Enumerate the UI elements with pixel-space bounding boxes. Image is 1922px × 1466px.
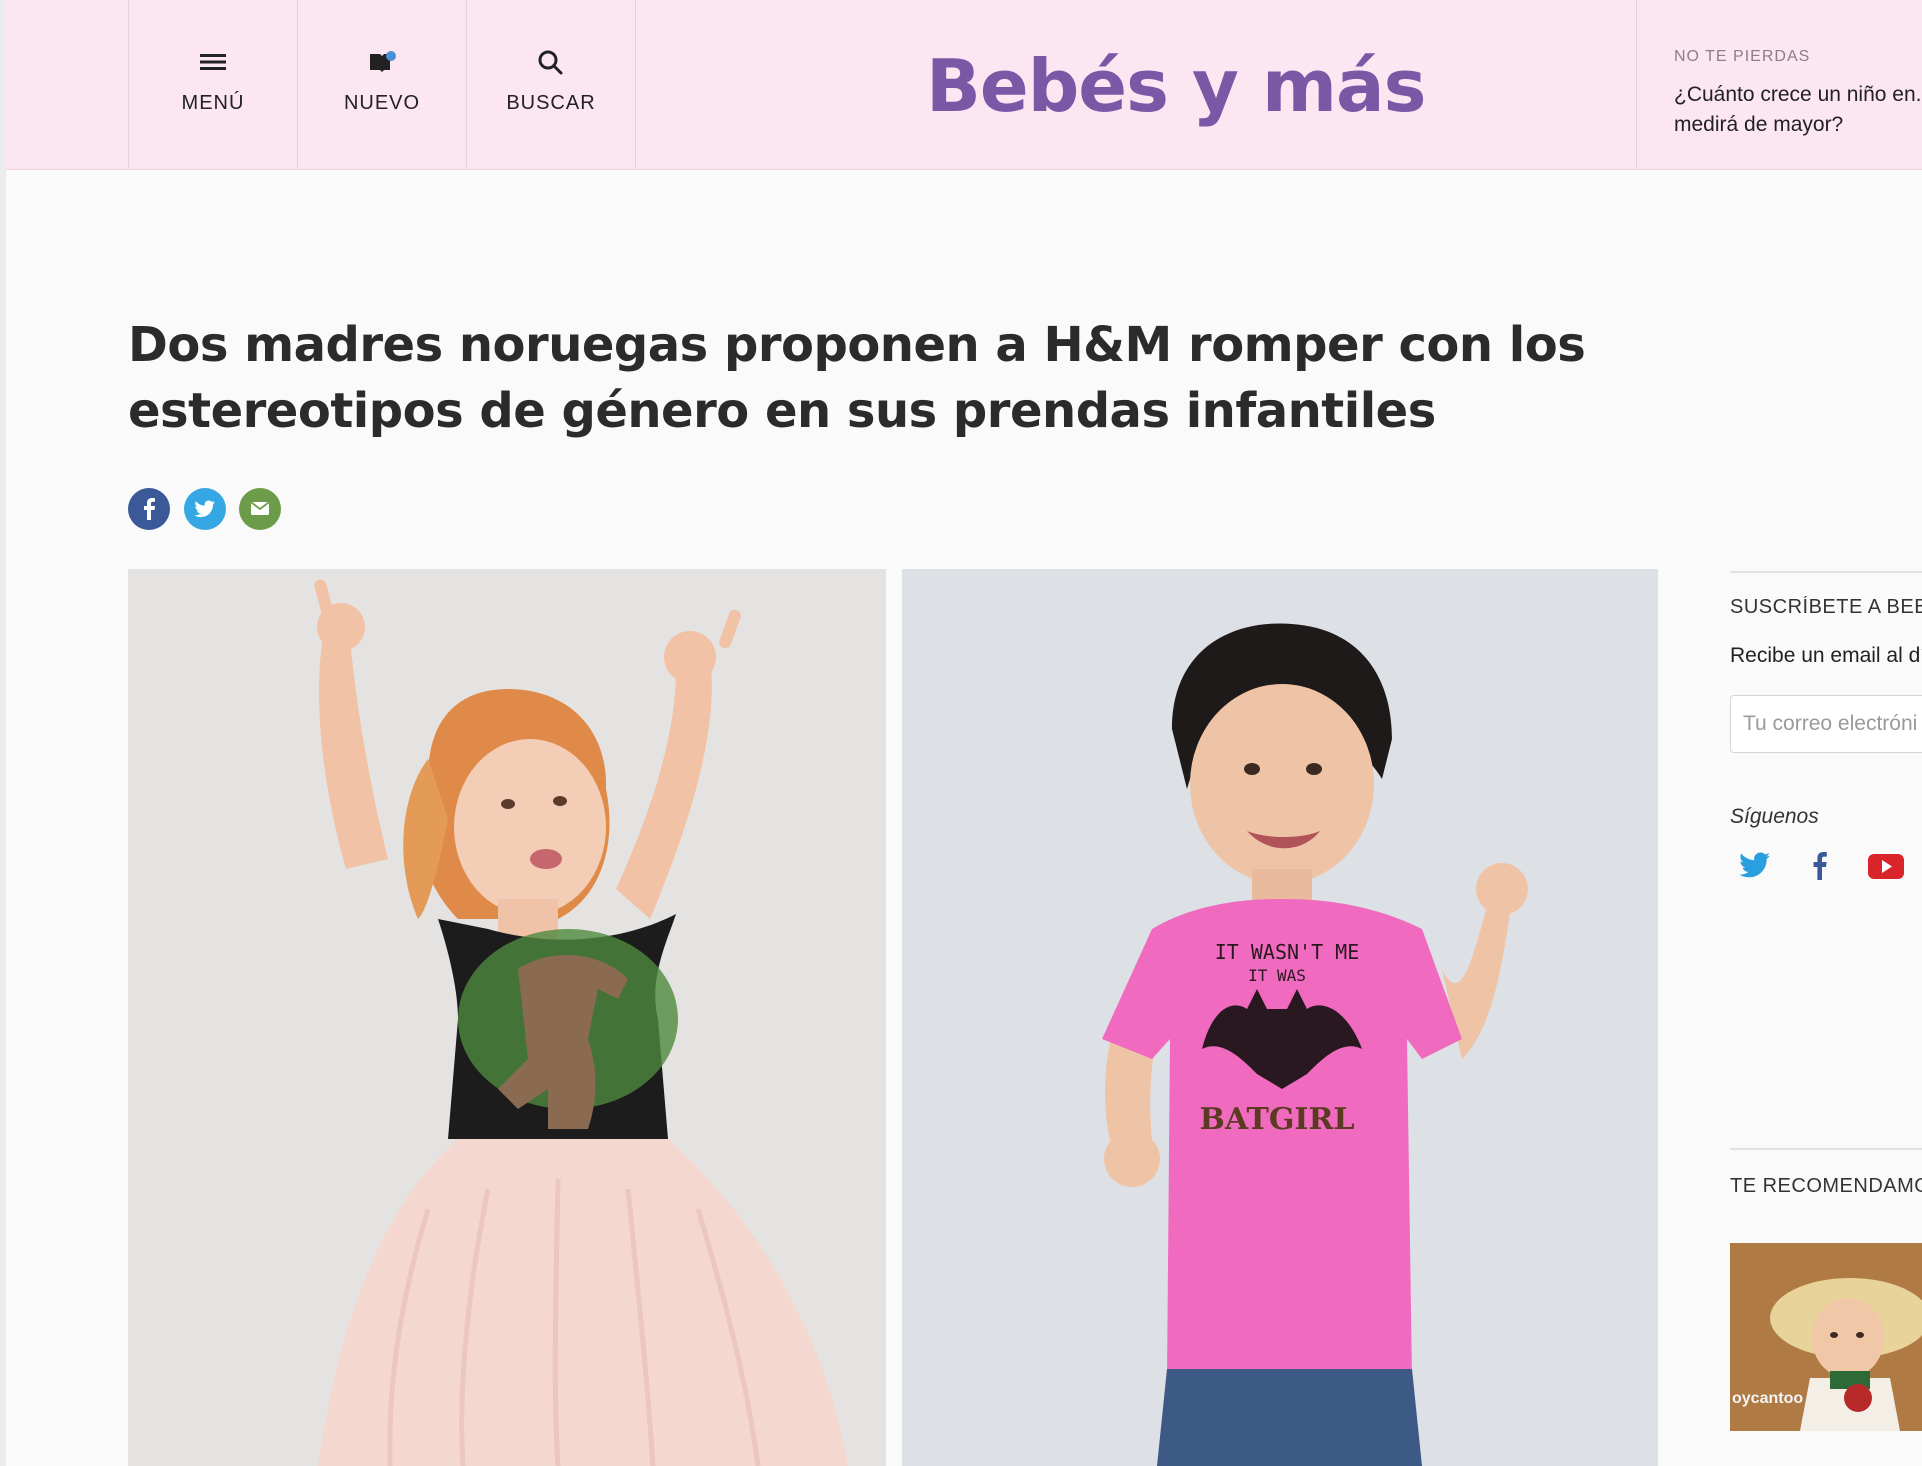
share-email-button[interactable] — [239, 488, 281, 530]
recommend-heading: TE RECOMENDAMOS — [1730, 1175, 1922, 1197]
share-facebook-button[interactable] — [128, 488, 170, 530]
facebook-icon — [144, 498, 155, 520]
promo-label: NO TE PIERDAS — [1674, 48, 1811, 65]
sidebar-rule-2 — [1730, 1148, 1922, 1150]
facebook-icon — [1813, 852, 1827, 880]
new-book-icon — [370, 51, 396, 72]
search-icon — [538, 50, 563, 75]
email-field[interactable] — [1730, 695, 1922, 753]
follow-youtube-link[interactable] — [1864, 846, 1908, 886]
recommended-photo-illustration: oycantoo — [1730, 1243, 1922, 1431]
share-twitter-button[interactable] — [184, 488, 226, 530]
promo-divider — [1636, 0, 1637, 169]
follow-twitter-link[interactable] — [1732, 846, 1776, 886]
search-label: BUSCAR — [506, 92, 596, 114]
twitter-icon — [1739, 852, 1770, 878]
nav-divider — [635, 0, 636, 169]
follow-label: Síguenos — [1730, 805, 1819, 828]
twitter-icon — [194, 500, 215, 518]
site-header: MENÚ NUEVO BUSCAR Bebés y más NO TE PIER… — [6, 0, 1922, 170]
site-logo[interactable]: Bebés y más — [926, 44, 1426, 128]
boy-photo-illustration: IT WASN'T ME IT WAS BATGIRL — [902, 569, 1658, 1466]
thumbnail-caption: oycantoo — [1732, 1390, 1803, 1407]
girl-photo-illustration — [128, 569, 886, 1466]
promo-link[interactable]: ¿Cuánto crece un niño en... medirá de ma… — [1674, 80, 1922, 140]
article-title: Dos madres noruegas proponen a H&M rompe… — [128, 317, 1586, 439]
article-photo-left — [128, 569, 886, 1466]
menu-label: MENÚ — [181, 92, 245, 114]
sidebar-rule — [1730, 571, 1922, 573]
hamburger-icon — [200, 54, 226, 70]
shirt-text-line1: IT WASN'T ME — [1215, 940, 1360, 964]
menu-button[interactable]: MENÚ — [128, 0, 297, 169]
email-icon — [250, 501, 270, 515]
subscribe-heading: SUSCRÍBETE A BEBÉS Y MÁS — [1730, 596, 1922, 618]
new-label: NUEVO — [343, 92, 421, 114]
subscribe-text: Recibe un email al día con nuestros artí… — [1730, 644, 1922, 667]
shirt-text-line3: BATGIRL — [1200, 1102, 1355, 1137]
window-edge — [0, 0, 6, 1466]
youtube-icon — [1868, 854, 1904, 879]
follow-facebook-link[interactable] — [1798, 846, 1842, 886]
recommended-article-thumbnail[interactable]: oycantoo — [1730, 1243, 1922, 1431]
search-button[interactable]: BUSCAR — [466, 0, 635, 169]
article-photo-right: IT WASN'T ME IT WAS BATGIRL — [902, 569, 1658, 1466]
shirt-text-line2: IT WAS — [1248, 966, 1306, 985]
new-button[interactable]: NUEVO — [297, 0, 466, 169]
